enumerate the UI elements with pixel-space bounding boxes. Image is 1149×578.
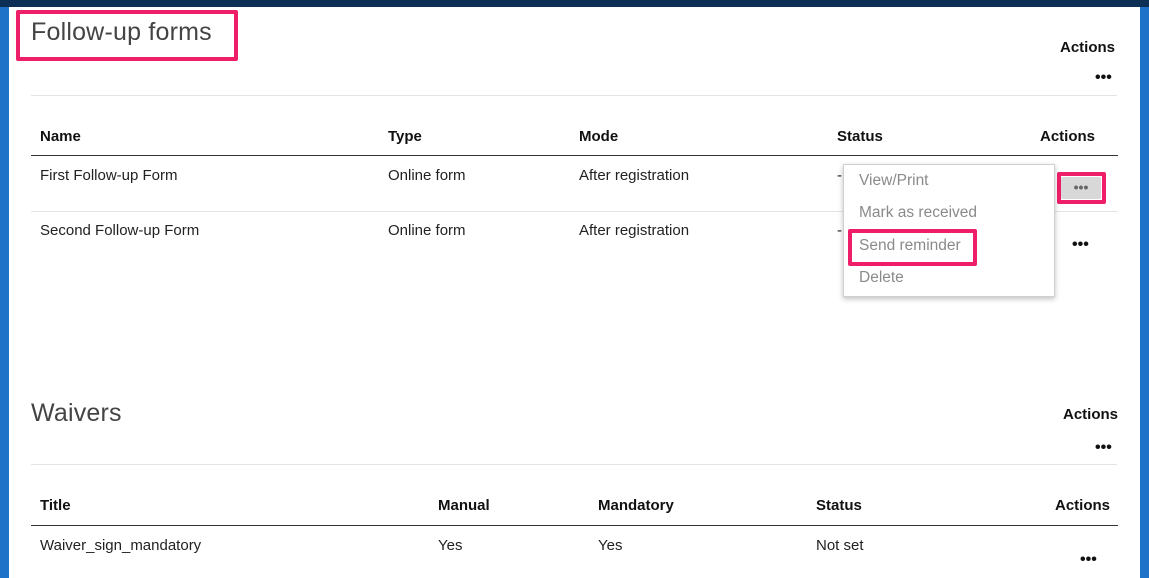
row-1-type: Online form <box>388 167 466 184</box>
row-1-mode: After registration <box>579 167 690 184</box>
divider <box>31 464 1117 465</box>
column-header-name[interactable]: Name <box>40 128 81 145</box>
waivers-section-title: Waivers <box>31 399 122 427</box>
followup-section-more-icon[interactable]: ••• <box>1095 70 1112 86</box>
column-header-type[interactable]: Type <box>388 128 422 145</box>
column-header-mode[interactable]: Mode <box>579 128 618 145</box>
menu-item-view-print[interactable]: View/Print <box>859 172 929 190</box>
waivers-section-more-icon[interactable]: ••• <box>1095 440 1112 456</box>
divider <box>31 95 1117 96</box>
table-header-divider <box>31 525 1118 526</box>
column-header-status[interactable]: Status <box>837 128 883 145</box>
column-header-mandatory[interactable]: Mandatory <box>598 497 674 514</box>
row-2-more-icon[interactable]: ••• <box>1072 237 1089 253</box>
menu-item-delete[interactable]: Delete <box>859 269 904 287</box>
send-reminder-highlight-box <box>848 229 977 266</box>
waiver-row-1-manual: Yes <box>438 537 463 554</box>
column-header-manual[interactable]: Manual <box>438 497 490 514</box>
waiver-row-1-more-icon[interactable]: ••• <box>1080 552 1097 568</box>
waiver-row-1-status: Not set <box>816 537 864 554</box>
waiver-row-1-mandatory: Yes <box>598 537 623 554</box>
content-panel: Follow-up forms Actions ••• Name Type Mo… <box>9 7 1140 578</box>
row-1-name: First Follow-up Form <box>40 167 178 184</box>
row-2-type: Online form <box>388 222 466 239</box>
column-header-status[interactable]: Status <box>816 497 862 514</box>
row-2-status: - <box>837 222 842 239</box>
menu-item-mark-as-received[interactable]: Mark as received <box>859 204 977 222</box>
more-button-highlight-box <box>1057 172 1106 204</box>
row-2-mode: After registration <box>579 222 690 239</box>
followup-section-actions-label: Actions <box>1060 39 1116 56</box>
waivers-section-actions-label: Actions <box>1063 406 1119 423</box>
column-header-actions: Actions <box>1055 497 1111 514</box>
row-2-name: Second Follow-up Form <box>40 222 200 239</box>
waiver-row-1-title: Waiver_sign_mandatory <box>40 537 202 554</box>
title-highlight-box <box>16 10 238 61</box>
column-header-actions: Actions <box>1040 128 1096 145</box>
column-header-title[interactable]: Title <box>40 497 71 514</box>
table-header-divider <box>31 155 1118 156</box>
row-1-status: - <box>837 167 842 184</box>
top-bar <box>0 0 1149 7</box>
